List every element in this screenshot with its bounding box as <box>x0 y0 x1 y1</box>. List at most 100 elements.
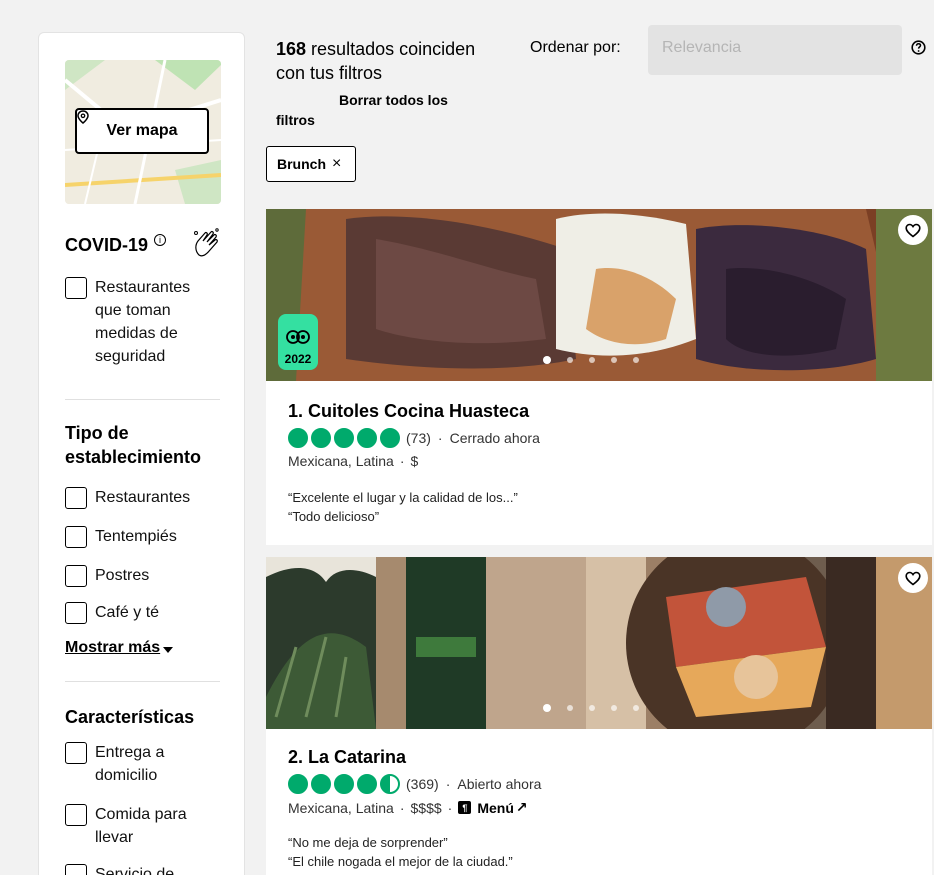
show-more-label: Mostrar más <box>65 639 161 656</box>
review-snippet[interactable]: “No me deja de sorprender” <box>288 833 448 853</box>
checkbox-label: Tentempiés <box>95 528 177 545</box>
open-status: Cerrado ahora <box>449 430 540 446</box>
restaurant-title[interactable]: 1. Cuitoles Cocina Huasteca <box>288 399 529 423</box>
covid-safety-option[interactable]: Restaurantes que toman medidas de seguri… <box>65 276 215 368</box>
carousel-dot[interactable] <box>589 357 595 363</box>
checkbox[interactable] <box>65 804 87 826</box>
separator: · <box>445 776 451 792</box>
save-heart-button[interactable] <box>898 563 928 593</box>
carousel-dot[interactable] <box>633 705 639 711</box>
view-map-label: Ver mapa <box>106 122 178 139</box>
restaurant-title[interactable]: 2. La Catarina <box>288 745 406 769</box>
filter-option-postres[interactable]: Postres <box>65 564 149 587</box>
results-text: resultados coinciden con tus filtros <box>276 39 476 83</box>
rating-bubble <box>334 774 354 794</box>
divider <box>65 681 220 682</box>
filter-chip-brunch[interactable]: Brunch × <box>266 146 356 182</box>
checkbox-label: Postres <box>95 567 150 584</box>
rating-bubble <box>380 428 400 448</box>
rating-bubble-half <box>380 774 400 794</box>
carousel-dot[interactable] <box>543 356 551 364</box>
feature-option-takeout[interactable]: Comida para llevar <box>65 803 215 849</box>
rating-bubble <box>357 428 377 448</box>
feature-option-service[interactable]: Servicio de <box>65 863 215 875</box>
filter-option-cafe[interactable]: Café y té <box>65 601 159 624</box>
checkbox-label: Restaurantes que toman medidas de seguri… <box>95 279 191 365</box>
carousel-dot[interactable] <box>589 705 595 711</box>
menu-link[interactable]: Menú ↗ <box>477 799 527 816</box>
checkbox-label: Comida para llevar <box>95 806 187 846</box>
rating-row: (369) · Abierto ahora <box>288 774 541 794</box>
price-level: $ <box>410 453 419 469</box>
feature-option-delivery[interactable]: Entrega a domicilio <box>65 741 215 787</box>
travelers-choice-badge: 2022 <box>278 314 318 370</box>
checkbox[interactable] <box>65 487 87 509</box>
show-more-link[interactable]: Mostrar más <box>65 639 174 657</box>
restaurant-card[interactable]: 2. La Catarina (369) · Abierto ahora Mex… <box>266 557 932 875</box>
owl-icon <box>286 330 310 344</box>
checkbox[interactable] <box>65 742 87 764</box>
map-preview[interactable]: Ver mapa <box>65 60 221 204</box>
carousel-dot[interactable] <box>567 357 573 363</box>
chip-label: Brunch <box>277 156 326 172</box>
award-year: 2022 <box>284 352 312 366</box>
review-snippet[interactable]: “Excelente el lugar y la calidad de los.… <box>288 488 518 508</box>
carousel-dots[interactable] <box>543 704 639 712</box>
review-count[interactable]: (369) <box>406 776 439 792</box>
rating-bubble <box>311 428 331 448</box>
establishment-type-title: Tipo de establecimiento <box>65 423 202 467</box>
open-status: Abierto ahora <box>457 776 542 792</box>
filter-option-restaurantes[interactable]: Restaurantes <box>65 486 190 509</box>
meta-row: Mexicana, Latina · $ <box>288 453 418 469</box>
checkbox-label: Entrega a domicilio <box>95 744 165 784</box>
covid-section-title: COVID-19 i <box>65 233 167 257</box>
help-icon[interactable] <box>911 40 926 55</box>
view-map-button[interactable]: Ver mapa <box>75 108 209 154</box>
filters-sidebar: Ver mapa COVID-19 i Restaurantes que tom… <box>38 32 245 875</box>
results-count: 168 <box>276 39 307 59</box>
info-icon[interactable]: i <box>154 234 167 246</box>
rating-bubble <box>357 774 377 794</box>
menu-label: Menú <box>477 799 514 816</box>
caret-down-icon <box>163 646 174 653</box>
review-count[interactable]: (73) <box>406 430 431 446</box>
results-summary: 168 resultados coinciden con tus filtros <box>276 37 496 85</box>
restaurant-photo[interactable] <box>266 557 932 729</box>
covid-title-text: COVID-19 <box>65 235 149 255</box>
cuisine: Mexicana, Latina <box>288 453 394 469</box>
sort-select[interactable]: Relevancia <box>648 25 902 75</box>
carousel-dot[interactable] <box>543 704 551 712</box>
rating-bubble <box>288 428 308 448</box>
filter-option-tentempies[interactable]: Tentempiés <box>65 525 177 548</box>
checkbox[interactable] <box>65 602 87 624</box>
restaurant-card[interactable]: 2022 1. Cuitoles Cocina Huasteca (73) · … <box>266 209 932 545</box>
rating-bubble <box>311 774 331 794</box>
rating-bubble <box>334 428 354 448</box>
clear-filters-link[interactable]: Borrar todos los filtros <box>276 90 481 130</box>
external-link-icon: ↗ <box>515 799 528 815</box>
sort-label: Ordenar por: <box>530 39 621 56</box>
checkbox[interactable] <box>65 864 87 875</box>
save-heart-button[interactable] <box>898 215 928 245</box>
carousel-dot[interactable] <box>567 705 573 711</box>
location-pin-icon <box>77 110 89 124</box>
hands-wash-icon <box>194 228 219 257</box>
review-snippet[interactable]: “Todo delicioso” <box>288 507 379 527</box>
checkbox[interactable] <box>65 565 87 587</box>
carousel-dot[interactable] <box>611 705 617 711</box>
carousel-dot[interactable] <box>633 357 639 363</box>
close-icon[interactable]: × <box>332 155 341 173</box>
restaurant-photo[interactable]: 2022 <box>266 209 932 381</box>
review-snippet[interactable]: “El chile nogada el mejor de la ciudad.” <box>288 852 513 872</box>
carousel-dot[interactable] <box>611 357 617 363</box>
separator: · <box>399 453 405 469</box>
checkbox[interactable] <box>65 277 87 299</box>
carousel-dots[interactable] <box>543 356 639 364</box>
heart-icon <box>905 223 921 238</box>
price-level: $$$$ <box>410 799 442 816</box>
separator: · <box>437 430 443 446</box>
checkbox[interactable] <box>65 526 87 548</box>
menu-icon: ¶ <box>458 801 472 814</box>
divider <box>65 399 220 400</box>
separator: · <box>399 799 405 816</box>
